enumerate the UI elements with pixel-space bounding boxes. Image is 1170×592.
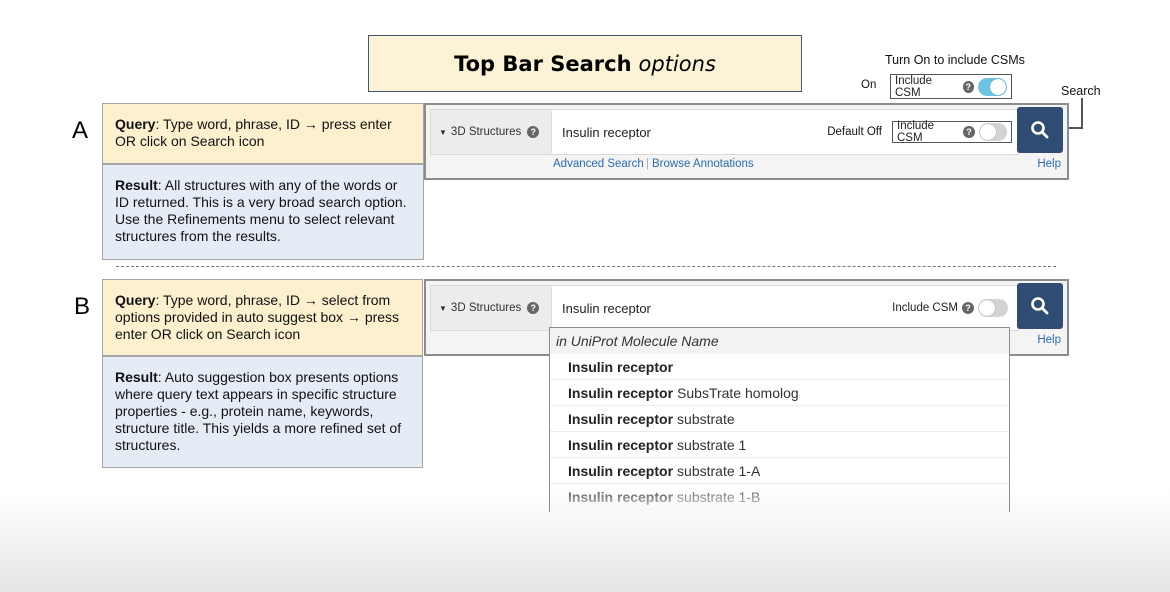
autosuggest-dropdown: in UniProt Molecule Name Insulin recepto…	[549, 327, 1010, 512]
match-text: Insulin receptor	[568, 358, 674, 375]
advanced-search-link[interactable]: Advanced Search	[553, 158, 644, 170]
result-description: : All structures with any of the words o…	[115, 177, 407, 244]
help-link[interactable]: Help	[1037, 158, 1061, 170]
turn-on-note: Turn On to include CSMs	[885, 53, 1025, 67]
title-bold: Top Bar Search	[454, 51, 632, 76]
section-a-letter: A	[72, 117, 89, 144]
autosuggest-item[interactable]: Insulin receptor substrate 1	[550, 432, 1009, 458]
search-field-row: ▼ 3D Structures ? Insulin receptor Inclu…	[430, 285, 1019, 331]
csm-toggle-on[interactable]	[978, 77, 1008, 96]
search-input[interactable]: Insulin receptor	[562, 125, 827, 140]
section-a-query-box: Query: Type word, phrase, ID → press ent…	[102, 103, 424, 164]
link-separator: |	[646, 158, 649, 170]
result-description: : Auto suggestion box presents options w…	[115, 369, 402, 453]
include-csm-label: Include CSM	[895, 74, 933, 99]
autosuggest-group-header: in UniProt Molecule Name	[550, 328, 1009, 354]
caret-down-icon: ▼	[439, 127, 447, 137]
section-b-query-box: Query: Type word, phrase, ID → select fr…	[102, 279, 423, 356]
rest-text: substrate	[677, 410, 735, 427]
search-bar-a: ▼ 3D Structures ? Insulin receptor Defau…	[424, 103, 1069, 180]
search-icon	[1031, 297, 1049, 315]
csm-toggle-off[interactable]	[978, 123, 1007, 141]
result-label: Result	[115, 177, 158, 193]
autosuggest-item[interactable]: Insulin receptor	[550, 354, 1009, 380]
autosuggest-item[interactable]: Insulin receptor SubsTrate homolog	[550, 380, 1009, 406]
caret-down-icon: ▼	[439, 303, 447, 313]
type-selector-label: 3D Structures	[450, 302, 522, 314]
search-button[interactable]	[1017, 283, 1063, 329]
search-button[interactable]	[1017, 107, 1063, 153]
match-text: Insulin receptor	[568, 384, 674, 401]
match-text: Insulin receptor	[568, 410, 674, 427]
help-icon: ?	[962, 302, 974, 314]
result-label: Result	[115, 369, 158, 385]
default-off-label: Default Off	[827, 126, 882, 138]
autosuggest-item[interactable]: Insulin receptor substrate	[550, 406, 1009, 432]
query-label: Query	[115, 292, 156, 308]
rest-text: SubsTrate homolog	[677, 384, 799, 401]
type-selector-label: 3D Structures	[450, 126, 522, 138]
search-input[interactable]: Insulin receptor	[562, 301, 888, 316]
section-divider	[116, 266, 1056, 267]
autosuggest-item[interactable]: Insulin receptor substrate 1-A	[550, 458, 1009, 484]
type-selector-dropdown[interactable]: ▼ 3D Structures ?	[431, 110, 552, 154]
help-link[interactable]: Help	[1037, 334, 1061, 346]
include-csm-toggle-group[interactable]: Include CSM ?	[888, 297, 1012, 319]
query-label: Query	[115, 116, 156, 132]
search-label: Search	[1061, 84, 1101, 98]
scroll-fade	[550, 482, 1009, 512]
include-csm-on-example[interactable]: Include CSM ?	[890, 74, 1012, 99]
section-b-result-box: Result: Auto suggestion box presents opt…	[102, 356, 423, 468]
match-text: Insulin receptor	[568, 436, 674, 453]
title-italic: options	[638, 51, 716, 76]
rest-text: substrate 1-A	[677, 462, 761, 479]
search-icon	[1031, 121, 1049, 139]
search-links-row: Advanced Search | Browse Annotations Hel…	[426, 158, 1067, 174]
include-csm-toggle-group[interactable]: Include CSM ?	[892, 120, 1012, 144]
section-a-result-box: Result: All structures with any of the w…	[102, 164, 424, 260]
help-icon[interactable]: ?	[527, 302, 540, 314]
on-label: On	[861, 79, 877, 91]
type-selector-dropdown[interactable]: ▼ 3D Structures ?	[431, 286, 552, 330]
figure-title: Top Bar Search options	[368, 35, 802, 92]
rest-text: substrate 1	[677, 436, 747, 453]
include-csm-label: Include CSM	[897, 120, 935, 144]
help-icon: ?	[962, 80, 975, 93]
search-field-row: ▼ 3D Structures ? Insulin receptor Defau…	[430, 109, 1019, 155]
csm-toggle-off[interactable]	[978, 299, 1008, 317]
query-description: : Type word, phrase, ID → press enter OR…	[115, 116, 392, 149]
section-b-letter: B	[74, 293, 91, 320]
help-icon[interactable]: ?	[527, 126, 540, 138]
query-description: : Type word, phrase, ID → select from op…	[115, 292, 400, 342]
match-text: Insulin receptor	[568, 462, 674, 479]
include-csm-label: Include CSM	[892, 302, 958, 314]
help-icon: ?	[963, 126, 975, 138]
browse-annotations-link[interactable]: Browse Annotations	[652, 158, 754, 170]
